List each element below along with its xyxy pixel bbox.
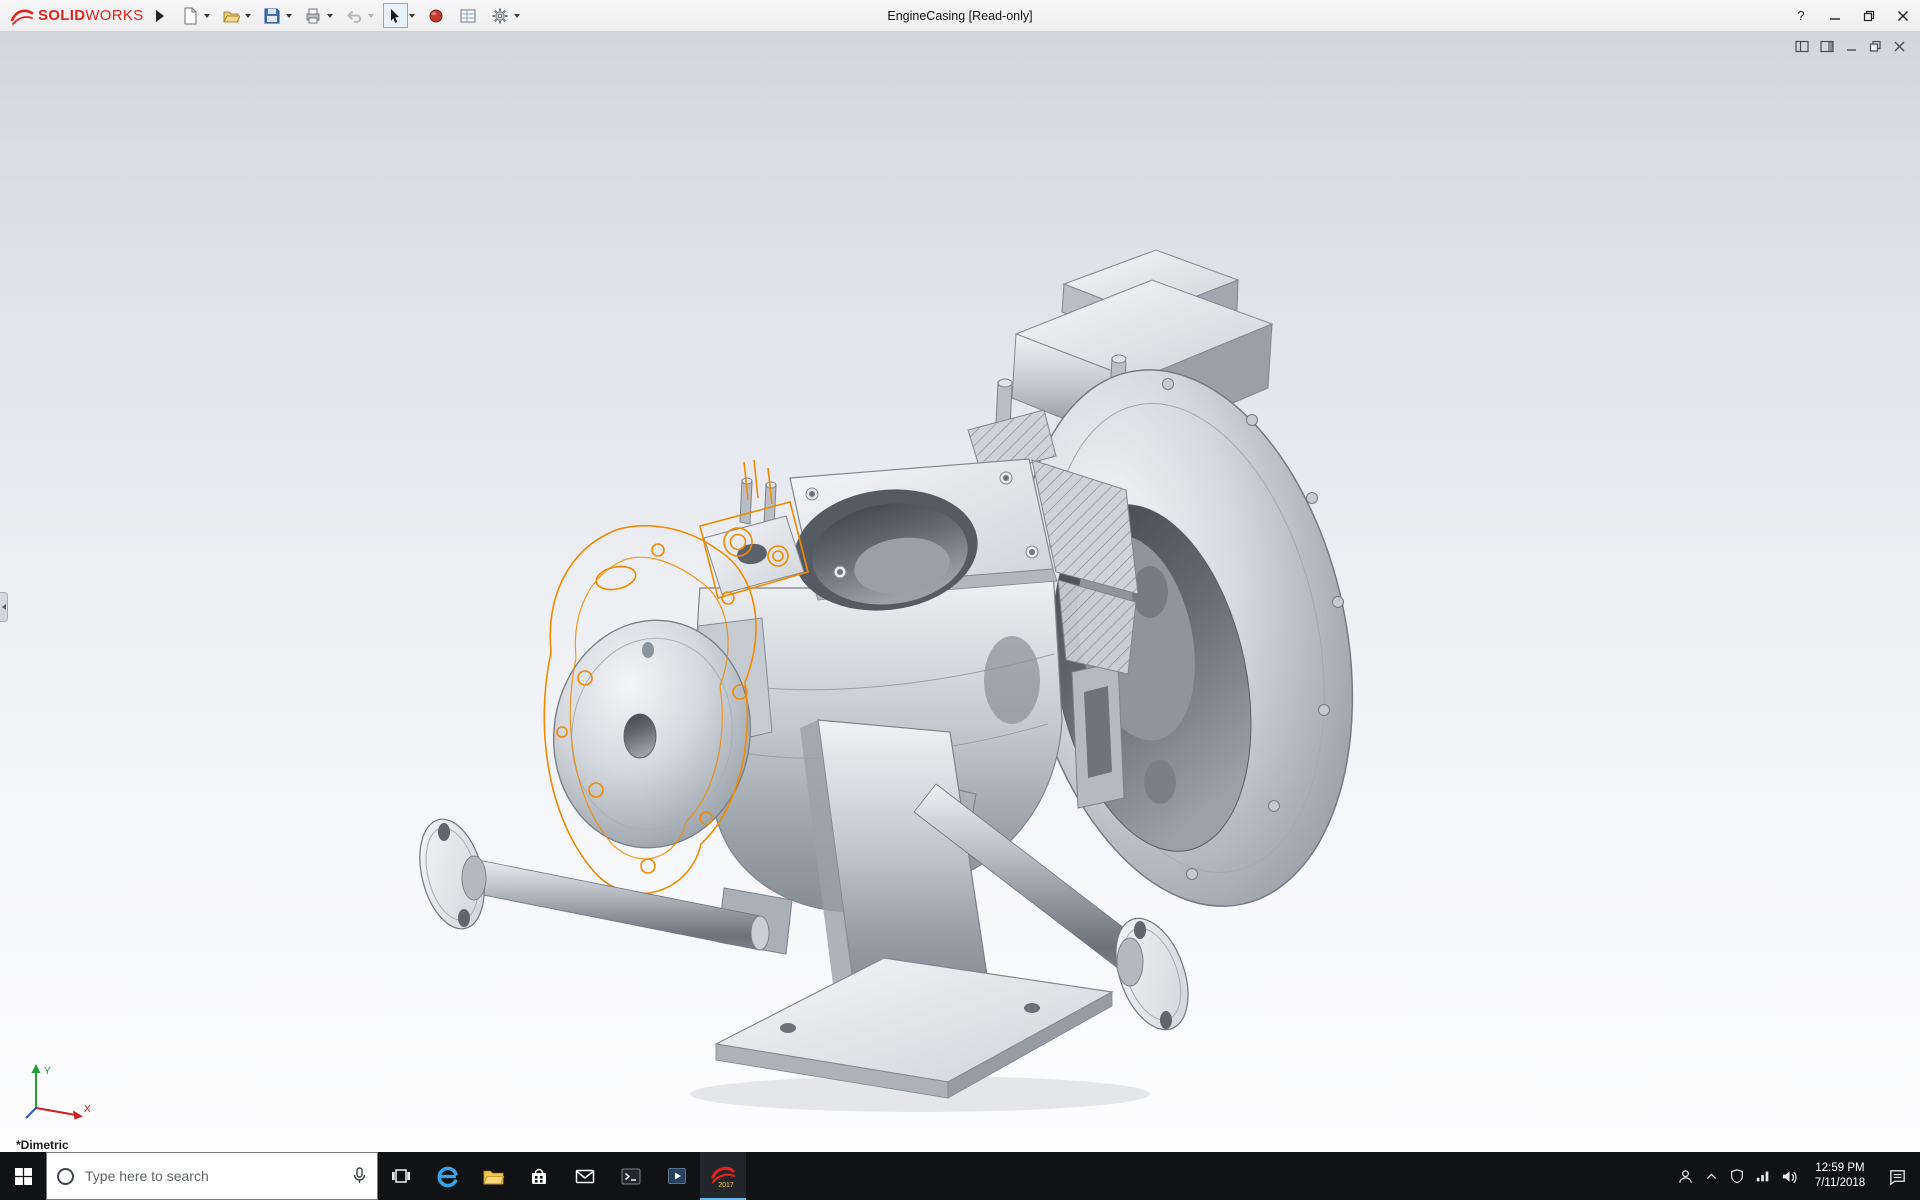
doc-restore-icon[interactable] [1869, 40, 1882, 53]
microphone-icon[interactable] [352, 1167, 367, 1185]
close-icon [1897, 10, 1909, 22]
print-dropdown-arrow[interactable] [327, 14, 333, 18]
taskbar-search[interactable] [46, 1152, 378, 1200]
clock-time: 12:59 PM [1815, 1161, 1864, 1176]
left-support-rod-component[interactable] [409, 812, 769, 950]
solidworks-logo: SOLIDWORKS [10, 6, 144, 26]
solidworks-logo-text: SOLIDWORKS [38, 7, 144, 24]
minimize-icon [1829, 10, 1841, 22]
mail-button[interactable] [562, 1152, 608, 1200]
network-button[interactable] [1750, 1152, 1776, 1200]
chevron-up-icon [1704, 1169, 1719, 1184]
windows-taskbar: 2017 [0, 1152, 1920, 1200]
new-dropdown-arrow[interactable] [204, 14, 210, 18]
doc-close-icon[interactable] [1893, 40, 1906, 53]
split-view-icon[interactable] [1795, 40, 1809, 53]
select-tool-button[interactable] [383, 3, 408, 28]
orientation-triad[interactable]: Y X [18, 1058, 96, 1124]
action-center-icon [1888, 1167, 1907, 1186]
file-properties-icon [459, 7, 477, 25]
select-cursor-icon [386, 7, 404, 25]
clock-date: 7/11/2018 [1815, 1176, 1865, 1191]
undo-button[interactable] [342, 3, 367, 28]
media-app-icon [666, 1165, 688, 1187]
volume-button[interactable] [1776, 1152, 1802, 1200]
save-floppy-icon [263, 7, 281, 25]
open-dropdown-arrow[interactable] [245, 14, 251, 18]
collapse-arrow-icon [2, 604, 6, 610]
media-app-button[interactable] [654, 1152, 700, 1200]
task-view-icon [391, 1166, 411, 1186]
security-button[interactable] [1724, 1152, 1750, 1200]
popout-window-icon[interactable] [1820, 40, 1834, 53]
store-icon [528, 1165, 550, 1187]
terminal-button[interactable] [608, 1152, 654, 1200]
system-tray: 12:59 PM 7/11/2018 [1672, 1152, 1920, 1200]
gear-icon [491, 7, 509, 25]
solidworks-app-icon: 2017 [710, 1162, 736, 1188]
shield-icon [1729, 1168, 1745, 1184]
help-icon: ? [1797, 8, 1804, 23]
minimize-button[interactable] [1818, 0, 1852, 32]
solidworks-app-button[interactable]: 2017 [700, 1152, 746, 1200]
task-view-button[interactable] [378, 1152, 424, 1200]
feature-panel-collapse-tab[interactable] [0, 592, 8, 622]
doc-minimize-icon[interactable] [1845, 40, 1858, 53]
options-dropdown-arrow[interactable] [514, 14, 520, 18]
terminal-icon [620, 1165, 642, 1187]
taskbar-clock[interactable]: 12:59 PM 7/11/2018 [1802, 1152, 1878, 1200]
people-button[interactable] [1672, 1152, 1698, 1200]
options-button[interactable] [488, 3, 513, 28]
appearance-button[interactable] [424, 3, 449, 28]
x-axis-arrow [73, 1111, 83, 1120]
engine-casing-3d-model[interactable] [0, 32, 1920, 1152]
cortana-icon [57, 1168, 74, 1185]
solidworks-logo-mark [10, 6, 34, 26]
solidworks-version-badge: 2017 [718, 1182, 734, 1188]
z-axis-arrow [26, 1108, 36, 1118]
close-button[interactable] [1886, 0, 1920, 32]
edge-icon [436, 1165, 459, 1188]
save-button[interactable] [260, 3, 285, 28]
spacer-component[interactable] [704, 478, 804, 594]
app-titlebar: SOLIDWORKS [0, 0, 1920, 32]
open-folder-icon [222, 7, 240, 25]
file-explorer-button[interactable] [470, 1152, 516, 1200]
file-properties-button[interactable] [456, 3, 481, 28]
appearance-sphere-icon [427, 7, 445, 25]
document-window-controls [1795, 40, 1906, 53]
new-document-button[interactable] [178, 3, 203, 28]
new-document-icon [181, 7, 199, 25]
view-orientation-label: *Dimetric [16, 1138, 69, 1152]
open-document-button[interactable] [219, 3, 244, 28]
store-button[interactable] [516, 1152, 562, 1200]
print-icon [304, 7, 322, 25]
undo-icon [345, 7, 363, 25]
start-button[interactable] [0, 1152, 46, 1200]
edge-button[interactable] [424, 1152, 470, 1200]
undo-dropdown-arrow[interactable] [368, 14, 374, 18]
help-button[interactable]: ? [1784, 0, 1818, 32]
graphics-viewport[interactable]: Y X *Dimetric [0, 32, 1920, 1152]
action-center-button[interactable] [1878, 1152, 1916, 1200]
people-icon [1677, 1168, 1694, 1185]
restore-button[interactable] [1852, 0, 1886, 32]
network-icon [1755, 1168, 1771, 1184]
file-explorer-icon [482, 1165, 505, 1188]
print-button[interactable] [301, 3, 326, 28]
select-dropdown-arrow[interactable] [409, 14, 415, 18]
x-axis-label: X [84, 1104, 91, 1115]
windows-logo-icon [15, 1168, 32, 1185]
restore-icon [1863, 10, 1875, 22]
volume-icon [1781, 1168, 1798, 1185]
save-dropdown-arrow[interactable] [286, 14, 292, 18]
expand-toolbar-arrow[interactable] [156, 10, 164, 22]
mail-icon [574, 1165, 596, 1187]
search-input[interactable] [83, 1167, 343, 1185]
tray-overflow-button[interactable] [1698, 1152, 1724, 1200]
y-axis-arrow [32, 1064, 41, 1073]
y-axis-label: Y [44, 1066, 51, 1077]
